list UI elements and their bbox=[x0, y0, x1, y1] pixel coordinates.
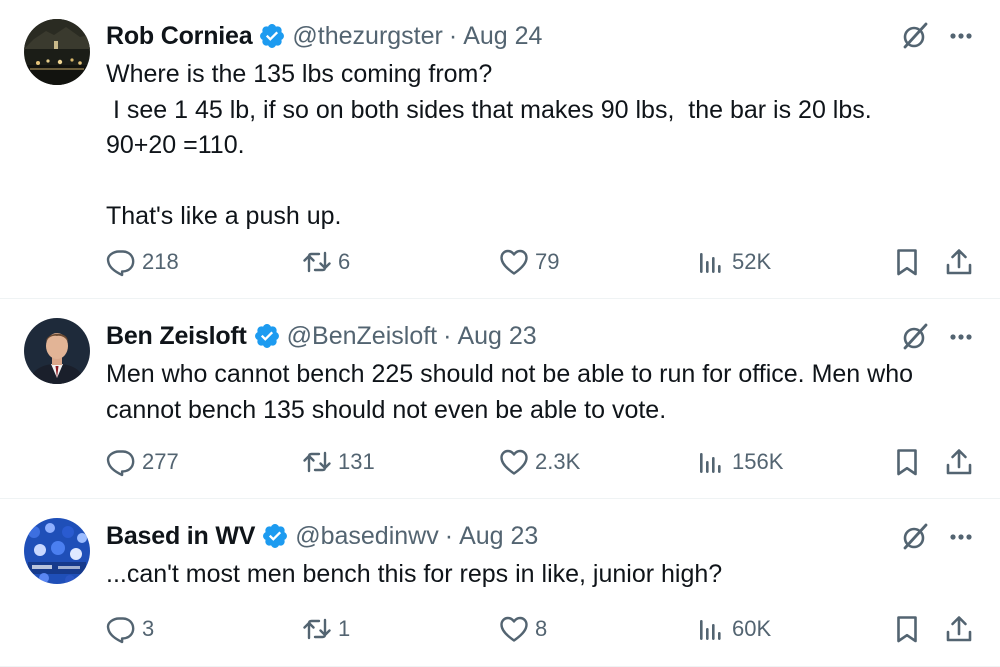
separator: · bbox=[448, 21, 458, 50]
repost-button[interactable]: 1 bbox=[302, 611, 350, 647]
verified-badge-icon bbox=[261, 522, 289, 550]
views-button[interactable]: 52K bbox=[696, 244, 771, 280]
reply-icon bbox=[106, 614, 136, 644]
bookmark-icon[interactable] bbox=[891, 246, 923, 278]
view-count: 156K bbox=[732, 449, 784, 474]
like-count: 2.3K bbox=[535, 449, 581, 474]
like-button[interactable]: 79 bbox=[499, 244, 559, 280]
tweet-text-line: ...can't most men bench this for reps in… bbox=[106, 560, 723, 588]
views-icon bbox=[696, 614, 726, 644]
views-icon bbox=[696, 447, 726, 477]
repost-button[interactable]: 6 bbox=[302, 244, 350, 280]
timestamp[interactable]: Aug 23 bbox=[457, 322, 536, 351]
tweet-text-line: Where is the 135 lbs coming from? bbox=[106, 60, 493, 88]
timestamp[interactable]: Aug 24 bbox=[463, 22, 542, 51]
tweet-text: ...can't most men bench this for reps in… bbox=[106, 557, 960, 593]
tweet[interactable]: Rob Corniea @thezurgster · Aug 24 Where … bbox=[0, 0, 1000, 299]
reply-count: 218 bbox=[142, 249, 179, 274]
reply-button[interactable]: 218 bbox=[106, 244, 179, 280]
view-count: 60K bbox=[732, 616, 772, 641]
tweet-text-line: I see 1 45 lb, if so on both sides that … bbox=[106, 95, 872, 124]
tweet-header: Ben Zeisloft @BenZeisloft · Aug 23 bbox=[106, 320, 880, 352]
action-bar: 218 6 79 52K bbox=[0, 244, 1000, 280]
action-bar: 3 1 8 60K bbox=[0, 611, 1000, 647]
separator: · bbox=[443, 321, 452, 350]
like-button[interactable]: 2.3K bbox=[499, 444, 580, 480]
night-street-photo-avatar bbox=[24, 19, 90, 85]
tweet[interactable]: Based in WV @basedinwv · Aug 23 ...can't… bbox=[0, 498, 1000, 667]
tweet-text-line: cannot bench 135 should not even be able… bbox=[106, 395, 667, 424]
tweet-text: Where is the 135 lbs coming from? I see … bbox=[106, 57, 960, 235]
like-button[interactable]: 8 bbox=[499, 611, 547, 647]
like-icon bbox=[499, 447, 529, 477]
display-name[interactable]: Based in WV bbox=[106, 522, 255, 551]
tweet-text: Men who cannot bench 225 should not be a… bbox=[106, 357, 960, 428]
repost-icon bbox=[302, 247, 332, 277]
tweet-text-line bbox=[106, 164, 960, 200]
handle[interactable]: @BenZeisloft bbox=[287, 322, 437, 351]
reply-button[interactable]: 277 bbox=[106, 444, 179, 480]
grok-icon[interactable] bbox=[898, 19, 932, 53]
avatar[interactable] bbox=[24, 19, 90, 85]
repost-button[interactable]: 131 bbox=[302, 444, 375, 480]
reply-icon bbox=[106, 247, 136, 277]
views-button[interactable]: 156K bbox=[696, 444, 783, 480]
more-icon[interactable] bbox=[944, 520, 978, 554]
reply-button[interactable]: 3 bbox=[106, 611, 154, 647]
tweet-text-line: That's like a push up. bbox=[106, 202, 342, 230]
handle[interactable]: @basedinwv bbox=[295, 522, 439, 551]
reply-count: 277 bbox=[142, 449, 179, 474]
repost-count: 1 bbox=[338, 616, 351, 641]
tweet-text-line: 90+20 =110. bbox=[106, 131, 245, 159]
verified-badge-icon bbox=[253, 322, 281, 350]
timestamp[interactable]: Aug 23 bbox=[459, 522, 538, 551]
repost-count: 131 bbox=[338, 449, 375, 474]
grok-icon[interactable] bbox=[898, 520, 932, 554]
bookmark-icon[interactable] bbox=[891, 613, 923, 645]
display-name[interactable]: Rob Corniea bbox=[106, 22, 253, 51]
crowd-blue-avatar bbox=[24, 518, 90, 584]
verified-badge-icon bbox=[258, 22, 286, 50]
more-icon[interactable] bbox=[944, 320, 978, 354]
tweet-header: Based in WV @basedinwv · Aug 23 bbox=[106, 520, 880, 552]
reply-count: 3 bbox=[142, 616, 155, 641]
man-in-suit-avatar bbox=[24, 318, 90, 384]
bookmark-icon[interactable] bbox=[891, 446, 923, 478]
action-bar: 277 131 2.3K 156K bbox=[0, 444, 1000, 480]
share-icon[interactable] bbox=[943, 246, 975, 278]
tweet[interactable]: Ben Zeisloft @BenZeisloft · Aug 23 Men w… bbox=[0, 298, 1000, 499]
like-count: 79 bbox=[535, 249, 560, 274]
share-icon[interactable] bbox=[943, 446, 975, 478]
like-count: 8 bbox=[535, 616, 548, 641]
share-icon[interactable] bbox=[943, 613, 975, 645]
views-button[interactable]: 60K bbox=[696, 611, 771, 647]
display-name[interactable]: Ben Zeisloft bbox=[106, 322, 247, 351]
like-icon bbox=[499, 247, 529, 277]
handle[interactable]: @thezurgster bbox=[292, 22, 442, 51]
avatar[interactable] bbox=[24, 318, 90, 384]
tweet-header: Rob Corniea @thezurgster · Aug 24 bbox=[106, 20, 880, 52]
grok-icon[interactable] bbox=[898, 320, 932, 354]
repost-icon bbox=[302, 447, 332, 477]
repost-count: 6 bbox=[338, 249, 351, 274]
like-icon bbox=[499, 614, 529, 644]
separator: · bbox=[444, 521, 454, 550]
more-icon[interactable] bbox=[944, 19, 978, 53]
views-icon bbox=[696, 247, 726, 277]
tweet-text-line: Men who cannot bench 225 should not be a… bbox=[106, 360, 914, 388]
repost-icon bbox=[302, 614, 332, 644]
avatar[interactable] bbox=[24, 518, 90, 584]
view-count: 52K bbox=[732, 249, 772, 274]
reply-icon bbox=[106, 447, 136, 477]
